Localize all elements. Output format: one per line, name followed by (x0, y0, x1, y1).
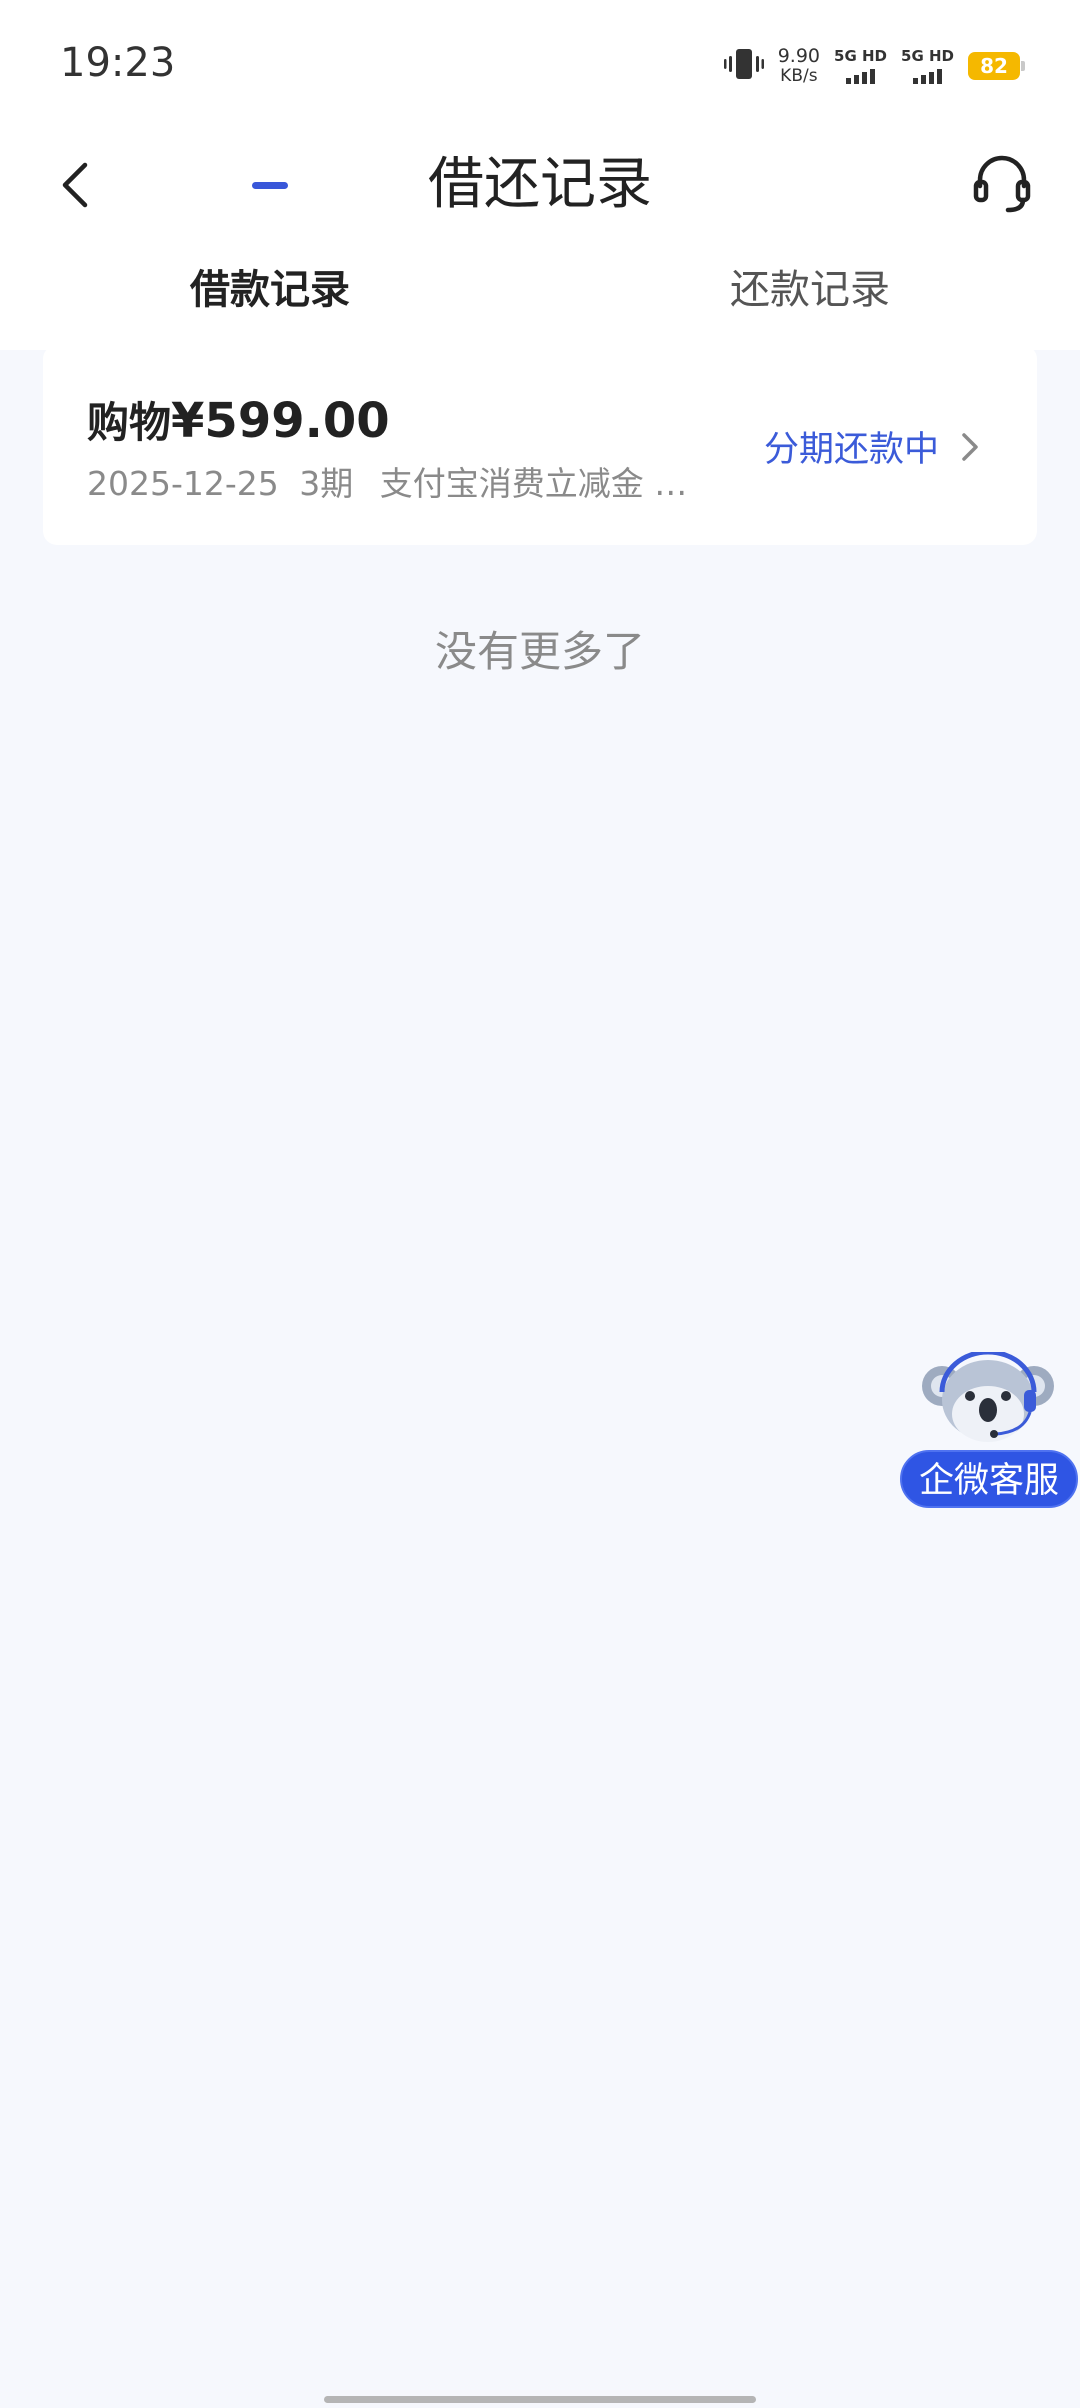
record-note: 支付宝消费立减金 … (379, 464, 688, 503)
status-bar: 19:23 9.90 KB/s 5G HD 5G HD 82 (0, 0, 1080, 130)
record-amount: ¥599.00 (171, 393, 390, 449)
customer-service-button[interactable] (964, 146, 1040, 222)
signal-icon (913, 68, 942, 84)
sim1-signal: 5G HD (834, 46, 888, 84)
status-time: 19:23 (60, 40, 176, 86)
tab-repayment-records[interactable]: 还款记录 (540, 250, 1080, 330)
tab-borrow-records[interactable]: 借款记录 (0, 250, 540, 330)
record-status-label: 分期还款中 (763, 430, 939, 470)
page-title: 借还记录 (428, 152, 652, 217)
network-speed-value: 9.90 (777, 45, 821, 67)
battery-indicator: 82 (968, 52, 1025, 80)
sim2-label: 5G HD (901, 46, 954, 65)
record-installments: 3期 (299, 464, 354, 503)
record-card[interactable]: 购物¥599.00 2025-12-25 3期 支付宝消费立减金 … 分期还款中 (43, 345, 1037, 545)
record-status[interactable]: 分期还款中 (764, 421, 981, 472)
record-details: 2025-12-25 3期 支付宝消费立减金 … (87, 457, 707, 505)
network-speed: 9.90 KB/s (778, 47, 820, 85)
record-type: 购物 (87, 398, 172, 447)
no-more-text: 没有更多了 (434, 627, 645, 676)
sim1-label: 5G HD (834, 46, 888, 65)
active-tab-indicator (252, 182, 288, 189)
record-date: 2025-12-25 (87, 464, 279, 503)
floating-customer-service-label: 企微客服 (900, 1450, 1078, 1508)
home-indicator[interactable] (324, 2396, 756, 2403)
header: 借还记录 借款记录 还款记录 (0, 130, 1080, 350)
status-icons: 9.90 KB/s 5G HD 5G HD 82 (723, 44, 1025, 88)
record-tabs: 借款记录 还款记录 (0, 250, 1080, 350)
floating-customer-service[interactable]: 企微客服 (900, 1352, 1080, 1510)
vibrate-icon (723, 47, 764, 85)
network-speed-unit: KB/s (780, 66, 818, 86)
chevron-right-icon (962, 432, 978, 461)
record-title: 购物¥599.00 (87, 389, 390, 450)
signal-icon (846, 68, 876, 84)
sim2-signal: 5G HD (901, 46, 954, 84)
headset-icon (973, 155, 1031, 213)
koala-mascot-icon (922, 1352, 1054, 1442)
